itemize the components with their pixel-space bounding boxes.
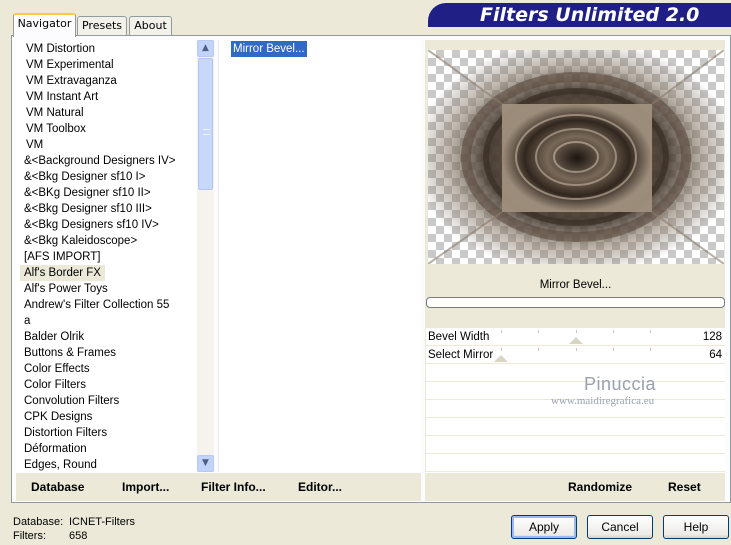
right-toolbar: Randomize Reset	[425, 473, 725, 501]
preview-image	[428, 50, 724, 264]
filter-list[interactable]: Mirror Bevel...	[218, 40, 421, 472]
apply-button[interactable]: Apply	[511, 515, 577, 539]
filter-info-button[interactable]: Filter Info...	[201, 480, 266, 494]
cancel-button[interactable]: Cancel	[587, 515, 653, 539]
tab-presets[interactable]: Presets	[77, 16, 127, 36]
category-item[interactable]: Buttons & Frames	[20, 345, 120, 361]
preview-filter-name: Mirror Bevel...	[539, 279, 612, 291]
category-item[interactable]: VM Distortion	[22, 41, 99, 57]
category-item[interactable]: VM Extravaganza	[22, 73, 121, 89]
scroll-down-icon[interactable]: ▼	[197, 455, 214, 472]
category-item[interactable]: VM Natural	[22, 105, 88, 121]
status-filters-value: 658	[69, 530, 88, 542]
category-item[interactable]: VM Toolbox	[22, 121, 90, 137]
status-database-label: Database:	[13, 516, 64, 528]
scroll-up-icon[interactable]: ▲	[197, 40, 214, 57]
slider-thumb[interactable]	[569, 337, 583, 344]
param-row-empty	[426, 436, 725, 454]
category-item[interactable]: CPK Designs	[20, 409, 96, 425]
editor-button[interactable]: Editor...	[298, 480, 342, 494]
category-item[interactable]: &<Bkg Designer sf10 I>	[20, 169, 149, 185]
category-item[interactable]: Distortion Filters	[20, 425, 111, 441]
param-row-select-mirror[interactable]: Select Mirror 64	[426, 346, 725, 364]
category-item[interactable]: Color Filters	[20, 377, 90, 393]
category-item[interactable]: &<Bkg Designers sf10 IV>	[20, 217, 163, 233]
category-scrollbar[interactable]: ▲ ▼	[197, 40, 214, 472]
tab-about[interactable]: About	[129, 16, 172, 36]
category-item[interactable]: Color Effects	[20, 361, 94, 377]
param-row-empty	[426, 418, 725, 436]
category-item[interactable]: a	[20, 313, 34, 329]
param-slider[interactable]	[501, 330, 651, 344]
category-item[interactable]: [AFS IMPORT]	[20, 249, 104, 265]
category-item[interactable]: Alf's Power Toys	[20, 281, 112, 297]
watermark-url: www.maidiregrafica.eu	[551, 395, 655, 407]
category-item[interactable]: VM Experimental	[22, 57, 118, 73]
filter-item-mirror-bevel[interactable]: Mirror Bevel...	[231, 41, 307, 57]
randomize-button[interactable]: Randomize	[568, 480, 632, 494]
tab-navigator[interactable]: Navigator	[13, 13, 76, 37]
category-item[interactable]: Convolution Filters	[20, 393, 123, 409]
reset-button[interactable]: Reset	[668, 480, 701, 494]
param-label: Bevel Width	[428, 331, 490, 343]
category-item[interactable]: VM	[22, 137, 47, 153]
category-item[interactable]: &<Bkg Kaleidoscope>	[20, 233, 141, 249]
status-filters-label: Filters:	[13, 530, 46, 542]
param-row-empty	[426, 454, 725, 472]
param-slider[interactable]	[494, 348, 651, 362]
database-button[interactable]: Database	[31, 480, 84, 494]
category-item[interactable]: Edges, Round	[20, 457, 101, 472]
category-item[interactable]: &<Background Designers IV>	[20, 153, 180, 169]
watermark-name: Pinuccia	[584, 374, 657, 394]
param-value: 128	[702, 331, 722, 343]
category-item[interactable]: Déformation	[20, 441, 91, 457]
category-item[interactable]: Andrew's Filter Collection 55	[20, 297, 173, 313]
category-item[interactable]: Balder Olrik	[20, 329, 88, 345]
category-list[interactable]: VM Distortion VM Experimental VM Extravaga…	[16, 40, 198, 472]
param-row-bevel-width[interactable]: Bevel Width 128	[426, 328, 725, 346]
left-toolbar: Database Import... Filter Info... Editor…	[16, 473, 421, 501]
category-item[interactable]: Alf's Border FX	[20, 265, 105, 281]
status-database-value: ICNET-Filters	[69, 516, 135, 528]
param-value: 64	[709, 349, 722, 361]
param-label: Select Mirror	[428, 349, 494, 361]
slider-thumb[interactable]	[494, 355, 508, 362]
param-row-empty	[426, 364, 725, 382]
progress-bar	[426, 297, 725, 308]
category-item[interactable]: &<Bkg Designer sf10 III>	[20, 201, 156, 217]
scroll-thumb[interactable]	[198, 58, 213, 190]
help-button[interactable]: Help	[663, 515, 729, 539]
import-button[interactable]: Import...	[122, 480, 169, 494]
app-title-banner: Filters Unlimited 2.0	[428, 3, 731, 27]
category-item[interactable]: &<BKg Designer sf10 II>	[20, 185, 155, 201]
category-item[interactable]: VM Instant Art	[22, 89, 102, 105]
